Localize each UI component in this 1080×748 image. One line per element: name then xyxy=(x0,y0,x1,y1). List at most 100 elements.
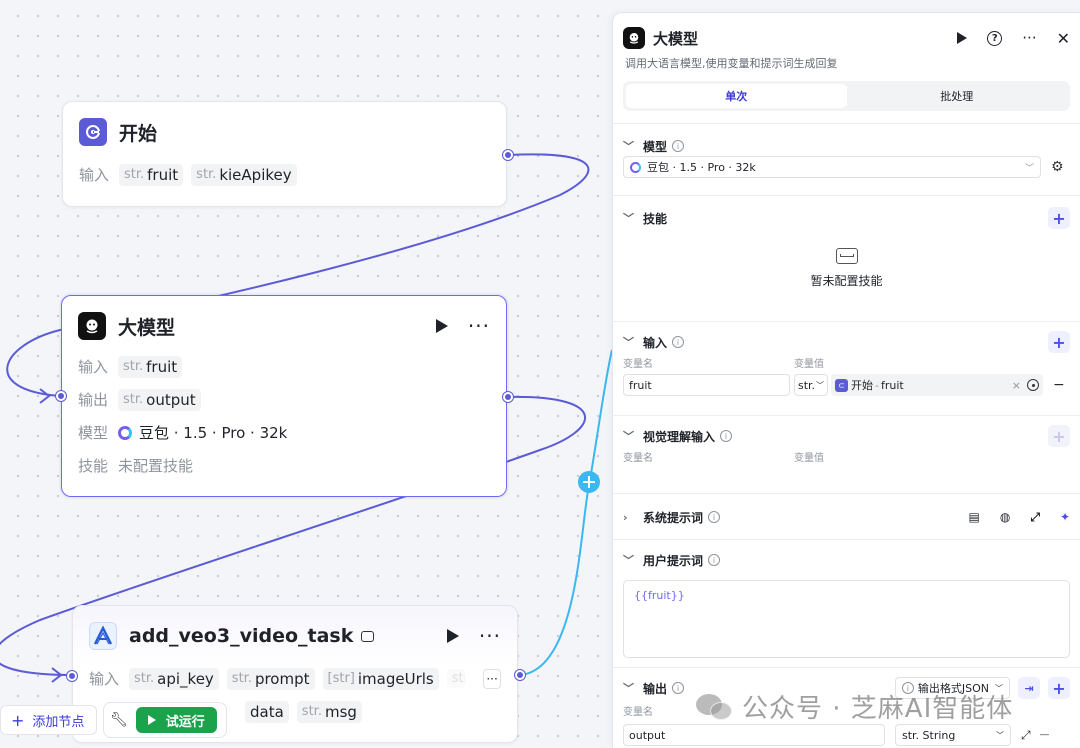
edge-add-circle xyxy=(578,471,600,493)
watermark: 公众号 · 芝麻AI智能体 xyxy=(696,688,1013,725)
empty-box-icon xyxy=(835,248,858,264)
node-llm[interactable]: 大模型 ··· 输入 str. fruit 输出 str. output 模型 豆包… xyxy=(56,295,513,497)
info-icon: i xyxy=(672,682,685,694)
expand-icon[interactable]: ⤢ xyxy=(1030,510,1040,525)
add-skill-button[interactable]: + xyxy=(1048,207,1070,229)
more-icon[interactable]: ··· xyxy=(1022,29,1036,47)
ref-separator: - xyxy=(875,378,879,392)
model-section-label: 模型 xyxy=(643,139,668,154)
model-select-value: 豆包 · 1.5 · Pro · 32k xyxy=(647,161,756,174)
info-icon: i xyxy=(672,336,685,348)
more-icon[interactable]: ··· xyxy=(468,316,490,336)
skill-label: 技能 xyxy=(78,457,109,475)
input-tag-prompt: str. prompt xyxy=(226,667,315,690)
input-tag-faded: str. xyxy=(446,669,466,688)
chevron-down-icon: ﹀ xyxy=(1024,163,1034,174)
info-icon: i xyxy=(708,554,721,566)
add-node-label: 添加节点 xyxy=(32,714,85,730)
ref-node: 开始 xyxy=(851,379,873,392)
remove-input-button[interactable]: − xyxy=(1053,377,1065,393)
llm-input-port[interactable] xyxy=(56,391,66,401)
chevron-right-icon[interactable]: › xyxy=(623,511,637,524)
plugin-badge-icon xyxy=(361,630,375,642)
run-node-button[interactable] xyxy=(446,629,459,643)
model-select[interactable]: 豆包 · 1.5 · Pro · 32k ﹀ xyxy=(623,156,1041,178)
veo-input-port[interactable] xyxy=(67,671,77,681)
node-config-panel: 大模型 ? ··· ✕ 调用大语言模型,使用变量和提示词生成回复 单次 批处理 … xyxy=(612,12,1080,748)
output-label: 输出 xyxy=(78,391,109,409)
add-input-button[interactable]: + xyxy=(1048,331,1070,353)
node-llm-title: 大模型 xyxy=(118,316,176,339)
input-section-label: 输入 xyxy=(643,335,668,350)
output-type-select[interactable]: str. String ﹀ xyxy=(895,724,1011,746)
system-prompt-label: 系统提示词 xyxy=(643,510,704,525)
tab-batch[interactable]: 批处理 xyxy=(847,84,1068,108)
output-tag-msg: str. msg xyxy=(296,700,362,723)
edge-veo-to-panel xyxy=(519,349,613,676)
mode-tabs: 单次 批处理 xyxy=(623,81,1070,111)
more-icon[interactable]: ··· xyxy=(479,626,501,646)
arrow-into-llm xyxy=(39,388,51,404)
close-icon[interactable]: ✕ xyxy=(1057,29,1070,48)
visual-section-label: 视觉理解输入 xyxy=(643,429,716,444)
user-prompt-editor[interactable]: {{fruit}} xyxy=(623,580,1070,658)
veo-output-port[interactable] xyxy=(515,670,525,680)
clear-icon[interactable]: × xyxy=(1012,379,1021,392)
output-var-name-input[interactable]: output xyxy=(623,724,885,746)
target-icon[interactable] xyxy=(1027,379,1039,391)
input-tag-api-key: str. api_key xyxy=(129,667,219,690)
output-tag-data: data xyxy=(245,700,289,723)
trial-run-label: 试运行 xyxy=(165,714,205,730)
section-visual-input: ﹀ 视觉理解输入 i + 变量名 变量值 xyxy=(613,415,1080,493)
trial-run-button[interactable]: 试运行 xyxy=(135,707,217,733)
input-label: 输入 xyxy=(89,670,120,688)
node-start-title: 开始 xyxy=(119,122,158,145)
node-veo3-title: add_veo3_video_task xyxy=(129,625,354,647)
bulb-icon[interactable]: ◍ xyxy=(1000,510,1010,524)
tab-single[interactable]: 单次 xyxy=(626,84,847,108)
panel-title: 大模型 xyxy=(653,29,699,48)
ai-sparkle-icon[interactable]: ✦ xyxy=(1060,510,1070,524)
watermark-text: 公众号 · 芝麻AI智能体 xyxy=(742,694,1014,724)
chevron-down-icon[interactable]: ﹀ xyxy=(623,428,637,444)
more-inputs-button[interactable]: ··· xyxy=(483,668,501,689)
start-output-port[interactable] xyxy=(503,150,513,160)
chevron-down-icon[interactable]: ﹀ xyxy=(623,334,637,350)
input-tag-imageurls: [str] imageUrls xyxy=(322,667,439,690)
col-var-value: 变量值 xyxy=(794,358,824,370)
chevron-down-icon[interactable]: ﹀ xyxy=(623,138,637,154)
col-var-name: 变量名 xyxy=(623,358,653,370)
skills-empty-text: 暂未配置技能 xyxy=(810,274,883,288)
var-type-select[interactable]: str. ﹀ xyxy=(794,374,828,396)
chevron-down-icon[interactable]: ﹀ xyxy=(623,680,637,696)
wrench-icon[interactable]: 🔧︎ xyxy=(110,712,128,728)
start-icon xyxy=(79,118,107,146)
var-ref-field[interactable]: ⊂ 开始 - fruit × xyxy=(831,374,1043,396)
import-icon[interactable]: ⇥ xyxy=(1018,677,1040,699)
run-node-button[interactable] xyxy=(435,319,448,333)
remove-output-button[interactable]: − xyxy=(1039,727,1051,743)
node-start[interactable]: 开始 输入 str. fruit str. kieApikey xyxy=(62,101,513,207)
col-var-name: 变量名 xyxy=(623,452,653,464)
add-visual-input-button[interactable]: + xyxy=(1048,425,1070,447)
chevron-down-icon[interactable]: ﹀ xyxy=(623,210,637,226)
help-icon[interactable]: ? xyxy=(987,30,1003,46)
input-tag-fruit: str. fruit xyxy=(119,163,184,186)
var-name-input[interactable]: fruit xyxy=(623,374,790,396)
add-node-button[interactable]: + 添加节点 xyxy=(0,705,98,735)
expand-icon[interactable]: ⤢ xyxy=(1021,728,1031,743)
ref-var: fruit xyxy=(880,378,904,392)
input-label: 输入 xyxy=(79,166,110,184)
arrow-into-veo xyxy=(51,667,63,683)
veo-plugin-icon xyxy=(89,622,117,650)
skills-section-label: 技能 xyxy=(643,211,668,226)
llm-output-port[interactable] xyxy=(503,392,513,402)
panel-run-button[interactable] xyxy=(957,32,968,44)
add-output-button[interactable]: + xyxy=(1048,677,1070,699)
start-icon: ⊂ xyxy=(835,378,848,392)
gear-icon[interactable]: ⚙ xyxy=(1051,159,1064,175)
llm-icon xyxy=(623,27,645,49)
info-icon: i xyxy=(672,140,685,152)
prompt-library-icon[interactable]: ▤ xyxy=(969,510,980,524)
chevron-down-icon[interactable]: ﹀ xyxy=(623,552,637,568)
